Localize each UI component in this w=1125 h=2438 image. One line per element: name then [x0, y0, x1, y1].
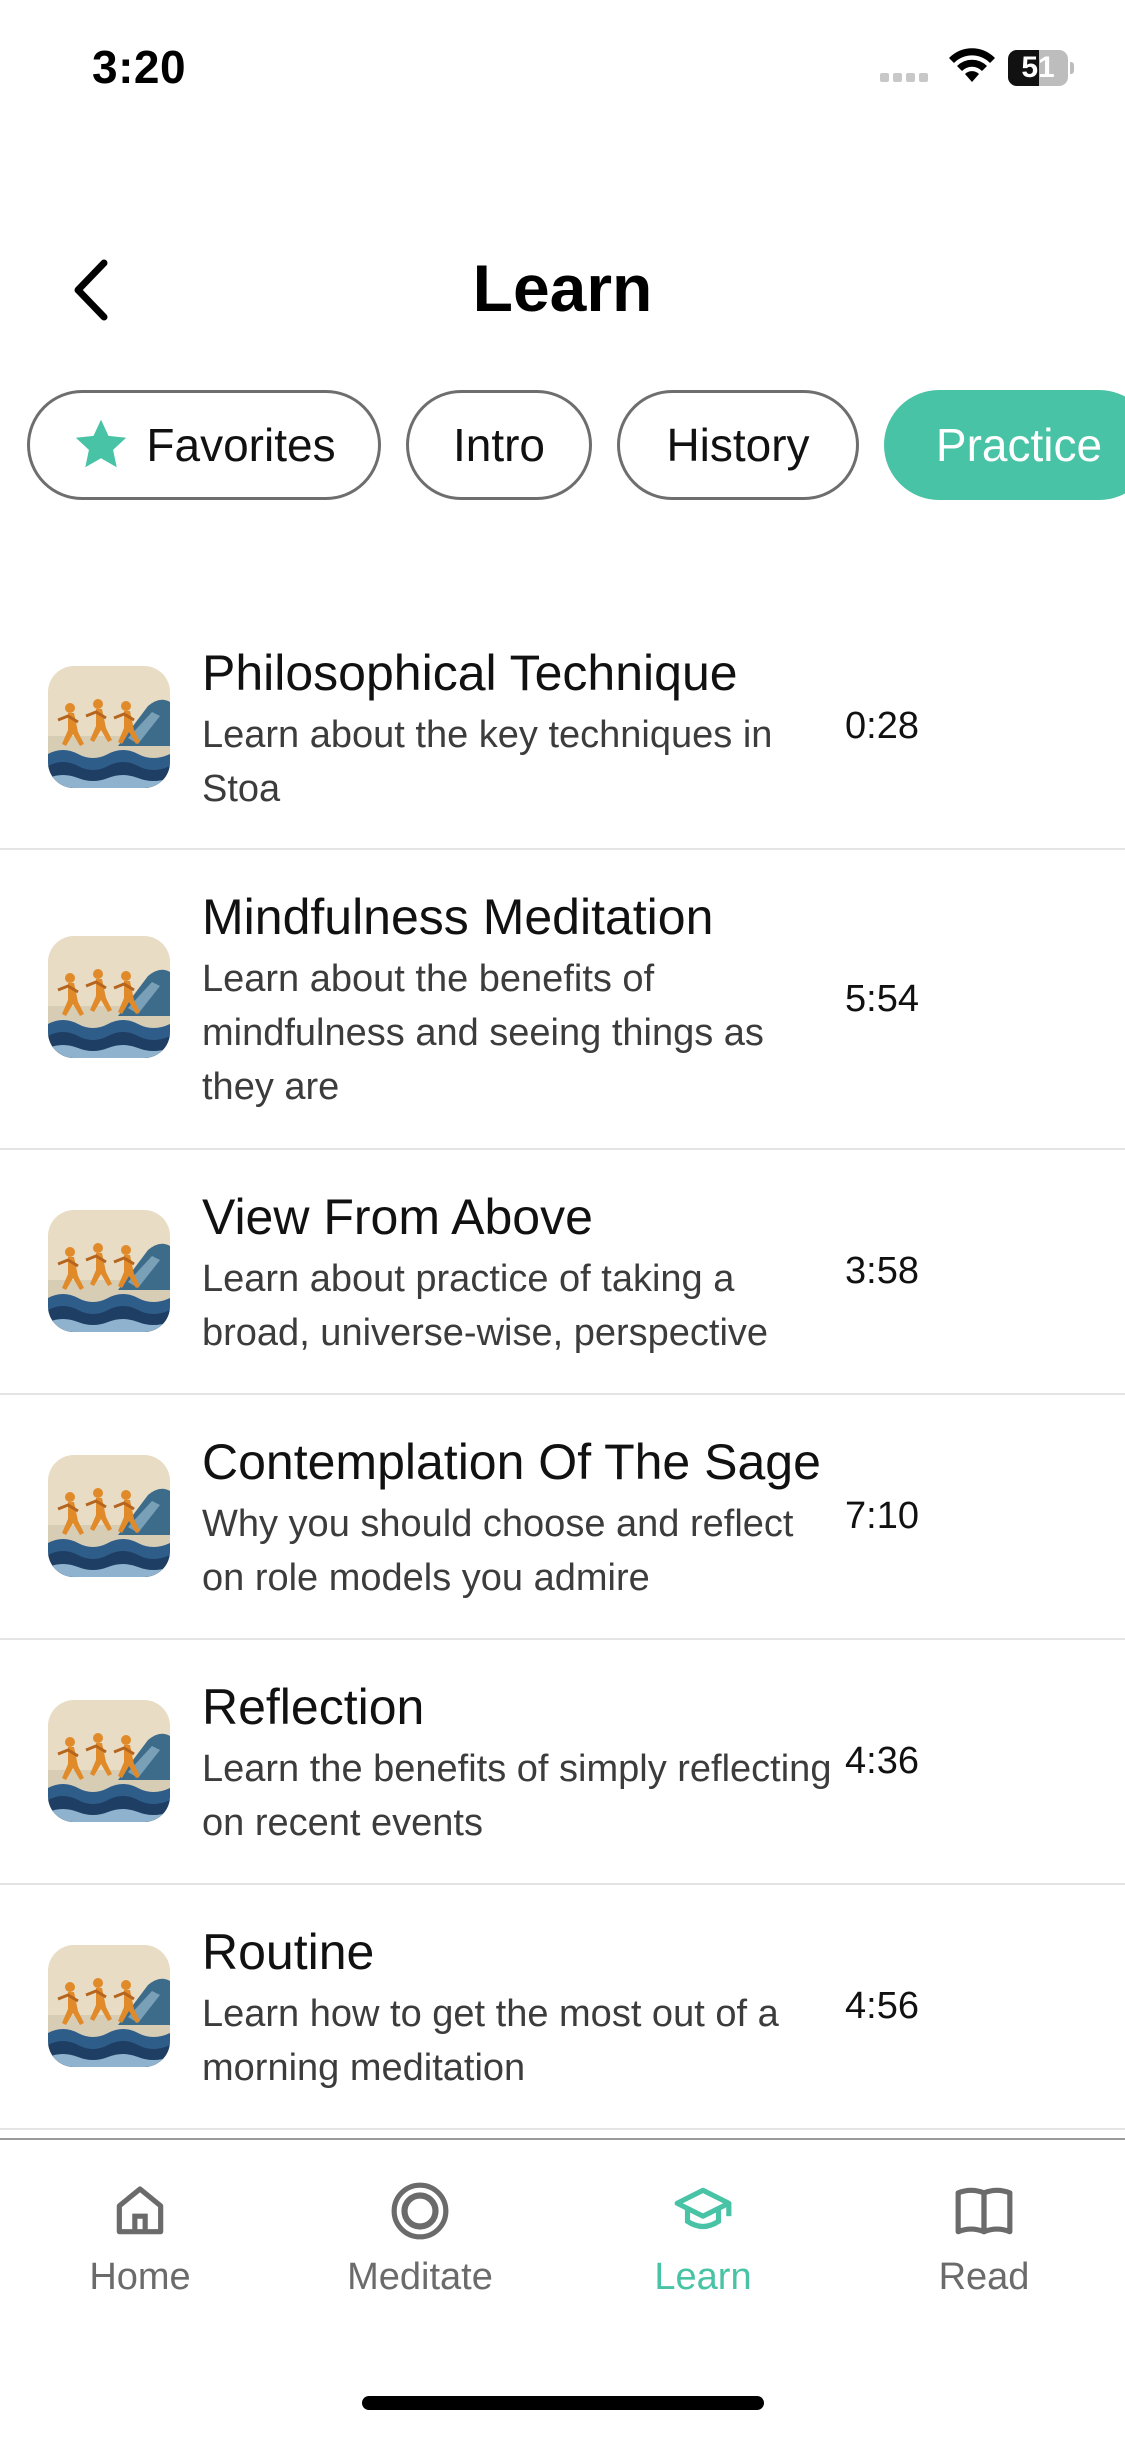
lesson-title: Reflection: [202, 1679, 425, 1735]
lesson-thumbnail: [48, 1455, 170, 1577]
chip-label: History: [666, 419, 810, 471]
star-icon: [76, 419, 127, 468]
home-indicator: [362, 2396, 764, 2410]
wifi-icon: [949, 48, 995, 82]
tab-learn[interactable]: Learn: [603, 2180, 803, 2299]
tab-bar: Home Meditate Learn Read: [0, 2138, 1125, 2438]
tab-home[interactable]: Home: [40, 2180, 240, 2299]
tab-read[interactable]: Read: [884, 2180, 1084, 2299]
lesson-description: Why you should choose and reflect on rol…: [202, 1503, 794, 1599]
lesson-duration: 0:28: [845, 705, 919, 747]
cellular-signal-icon: [880, 62, 936, 82]
lesson-duration: 5:54: [845, 978, 919, 1020]
home-icon: [116, 2186, 164, 2235]
lesson-description: Learn about the key techniques in Stoa: [202, 714, 773, 810]
lesson-duration: 4:56: [845, 1985, 919, 2027]
category-chips: Favorites Intro History Practice: [27, 390, 1125, 504]
lesson-description: Learn about the benefits of mindfulness …: [202, 958, 764, 1108]
tab-label: Meditate: [347, 2256, 493, 2298]
chip-label: Favorites: [146, 419, 336, 471]
lesson-row[interactable]: Mindfulness Meditation Learn about the b…: [0, 850, 1125, 1150]
page-title: Learn: [472, 251, 653, 325]
chip-favorites[interactable]: Favorites: [27, 390, 381, 500]
tab-label: Read: [938, 2256, 1030, 2298]
lesson-duration: 4:36: [845, 1740, 919, 1782]
lesson-duration: 3:58: [845, 1250, 919, 1292]
lesson-title: Philosophical Technique: [202, 645, 738, 701]
graduation-cap-icon: [674, 2187, 732, 2230]
lesson-thumbnail: [48, 666, 170, 788]
lesson-title: Mindfulness Meditation: [202, 889, 714, 945]
lesson-description: Learn about practice of taking a broad, …: [202, 1258, 769, 1354]
tab-meditate[interactable]: Meditate: [320, 2180, 520, 2299]
lesson-title: Contemplation Of The Sage: [202, 1434, 821, 1490]
chip-label: Intro: [452, 419, 546, 471]
lesson-description: Learn how to get the most out of a morni…: [202, 1993, 779, 2089]
lesson-title: View From Above: [202, 1189, 593, 1245]
lesson-row[interactable]: Reflection Learn the benefits of simply …: [0, 1640, 1125, 1885]
tab-label: Learn: [654, 2256, 752, 2298]
battery-percent: 51: [1021, 51, 1055, 84]
lesson-thumbnail: [48, 1945, 170, 2067]
chip-history[interactable]: History: [617, 390, 859, 500]
book-icon: [955, 2187, 1013, 2235]
lesson-row[interactable]: View From Above Learn about practice of …: [0, 1150, 1125, 1395]
lesson-duration: 7:10: [845, 1495, 919, 1537]
status-time: 3:20: [92, 41, 187, 93]
chip-label: Practice: [935, 419, 1103, 471]
status-bar: 3:20 51: [0, 0, 1125, 140]
lesson-row[interactable]: Routine Learn how to get the most out of…: [0, 1885, 1125, 2130]
battery-icon: 51: [1008, 50, 1074, 86]
lesson-title: Routine: [202, 1924, 375, 1980]
tab-label: Home: [89, 2256, 191, 2298]
lesson-row[interactable]: Contemplation Of The Sage Why you should…: [0, 1395, 1125, 1640]
lesson-thumbnail: [48, 1210, 170, 1332]
lesson-thumbnail: [48, 1700, 170, 1822]
lesson-thumbnail: [48, 936, 170, 1058]
chip-intro[interactable]: Intro: [406, 390, 592, 500]
lesson-description: Learn the benefits of simply reflecting …: [202, 1748, 832, 1844]
meditate-icon: [391, 2182, 449, 2240]
chip-practice[interactable]: Practice: [884, 390, 1125, 500]
lesson-row[interactable]: Philosophical Technique Learn about the …: [0, 610, 1125, 850]
